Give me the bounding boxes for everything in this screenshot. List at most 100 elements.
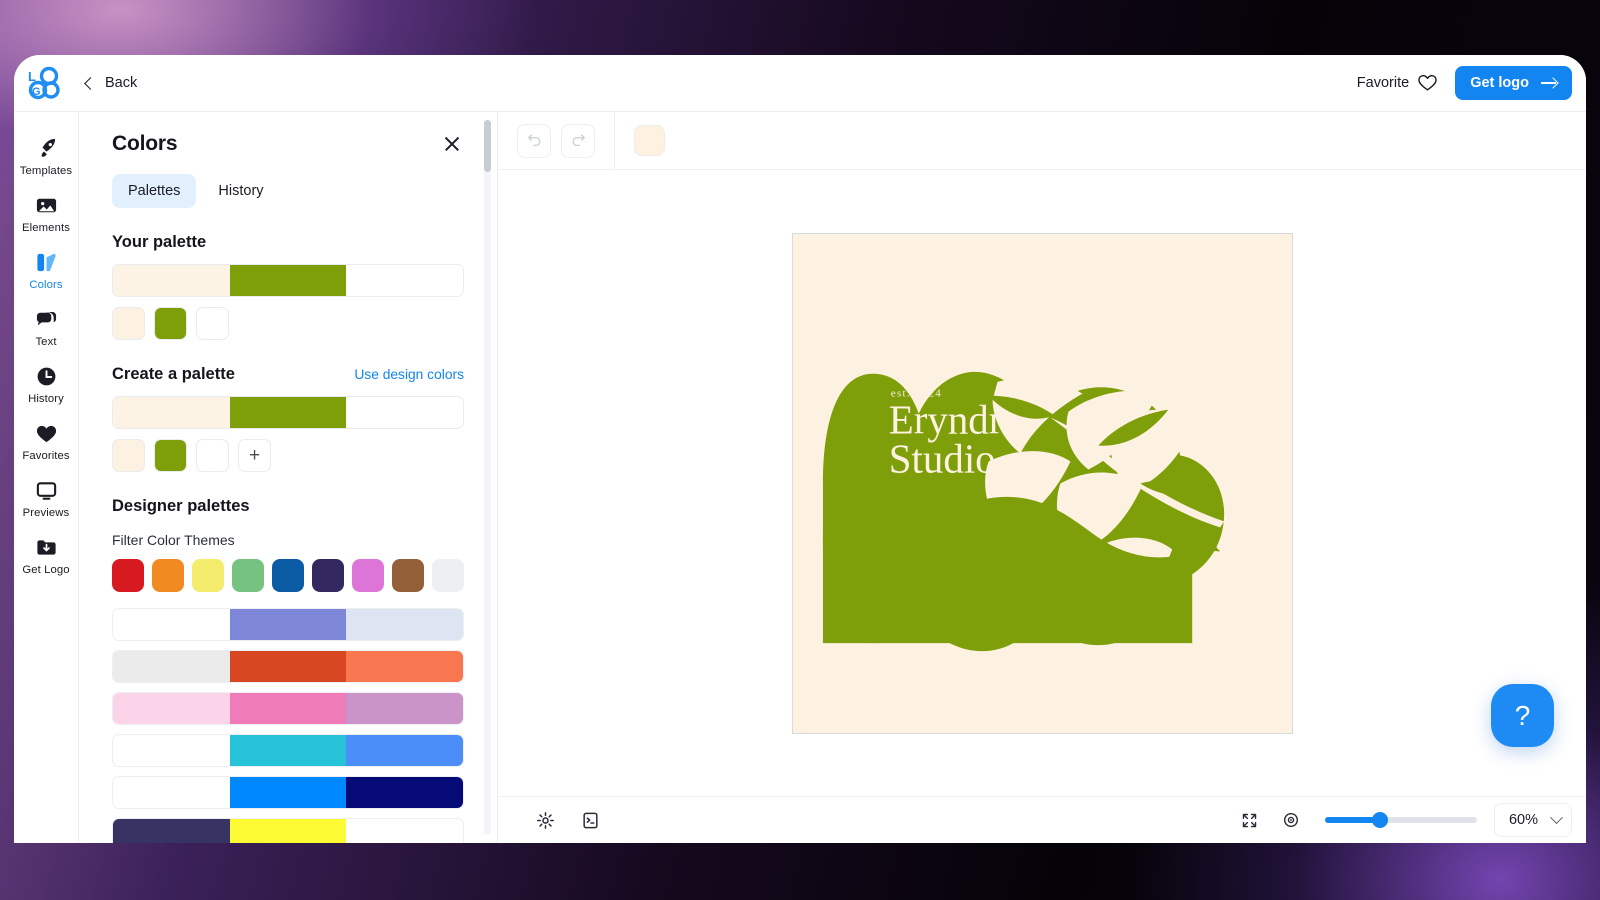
palette-segment xyxy=(113,651,230,682)
palette-segment xyxy=(229,397,347,428)
add-color-button[interactable]: + xyxy=(238,439,271,472)
your-palette-bar[interactable] xyxy=(112,264,464,297)
sidebar-item-label: Text xyxy=(35,336,57,348)
back-button[interactable]: Back xyxy=(84,75,138,91)
palette-segment xyxy=(229,735,347,766)
rocket-icon xyxy=(35,136,58,160)
palette-segment xyxy=(229,651,347,682)
preview-button[interactable] xyxy=(1273,803,1308,837)
palette-segment xyxy=(346,651,463,682)
color-chip[interactable] xyxy=(154,439,187,472)
color-chip[interactable] xyxy=(154,307,187,340)
use-design-colors-link[interactable]: Use design colors xyxy=(354,367,464,382)
gear-icon[interactable] xyxy=(536,811,555,830)
theme-swatch[interactable] xyxy=(432,559,464,592)
app-window: L G Back Favorite Get logo Templates Ele… xyxy=(14,55,1586,843)
palette-segment xyxy=(346,819,463,843)
palette-segment xyxy=(229,265,347,296)
sidebar-item-templates[interactable]: Templates xyxy=(14,126,78,183)
zoom-level-value: 60% xyxy=(1508,812,1538,828)
palette-segment xyxy=(346,777,463,808)
palette-segment xyxy=(113,265,230,296)
download-folder-icon xyxy=(35,535,58,559)
designer-palette-row[interactable] xyxy=(112,818,464,843)
designer-palette-row[interactable] xyxy=(112,608,464,641)
sidebar-item-colors[interactable]: Colors xyxy=(14,240,78,297)
redo-button[interactable] xyxy=(561,123,595,158)
background-color-swatch[interactable] xyxy=(634,125,665,156)
favorite-button[interactable]: Favorite xyxy=(1357,74,1437,92)
designer-palette-row[interactable] xyxy=(112,776,464,809)
editor-area: est. 2024 Eryndra Studio 60% ? xyxy=(498,112,1586,843)
palette-segment xyxy=(346,397,463,428)
sidebar-item-favorites[interactable]: Favorites xyxy=(14,411,78,468)
back-label: Back xyxy=(105,75,138,91)
sidebar-item-label: Templates xyxy=(19,165,73,177)
canvas-area: est. 2024 Eryndra Studio xyxy=(498,170,1586,796)
theme-swatch[interactable] xyxy=(392,559,424,592)
create-palette-heading: Create a palette xyxy=(112,365,235,383)
sidebar-item-get-logo[interactable]: Get Logo xyxy=(14,525,78,582)
tab-palettes[interactable]: Palettes xyxy=(112,174,197,208)
help-button[interactable]: ? xyxy=(1491,684,1554,747)
color-chip[interactable] xyxy=(196,307,229,340)
palette-segment xyxy=(229,777,347,808)
monitor-icon xyxy=(35,478,58,502)
create-palette-header: Create a palette Use design colors xyxy=(112,365,464,384)
designer-palette-row[interactable] xyxy=(112,734,464,767)
theme-swatch[interactable] xyxy=(152,559,184,592)
color-chip[interactable] xyxy=(112,307,145,340)
color-theme-filters xyxy=(112,559,464,592)
palette-segment xyxy=(229,819,347,843)
palette-icon xyxy=(35,250,58,274)
palette-segment xyxy=(113,819,230,843)
create-palette-chips: + xyxy=(112,439,464,472)
color-chip[interactable] xyxy=(112,439,145,472)
heart-outline-icon xyxy=(1418,74,1437,91)
theme-swatch[interactable] xyxy=(272,559,304,592)
eye-icon xyxy=(1283,812,1298,828)
theme-swatch[interactable] xyxy=(192,559,224,592)
designer-palette-row[interactable] xyxy=(112,692,464,725)
sidebar-item-label: Previews xyxy=(22,507,70,519)
undo-button[interactable] xyxy=(517,123,551,158)
designer-palette-row[interactable] xyxy=(112,650,464,683)
tab-history[interactable]: History xyxy=(202,174,279,208)
sidebar-item-previews[interactable]: Previews xyxy=(14,468,78,525)
editor-toolbar xyxy=(498,112,1586,170)
sidebar-item-text[interactable]: Text xyxy=(14,297,78,354)
panel-title: Colors xyxy=(112,132,178,155)
top-bar-actions: Favorite Get logo xyxy=(1357,66,1586,100)
palette-segment xyxy=(113,777,230,808)
app-logo[interactable]: L G xyxy=(24,63,64,103)
zoom-slider-knob[interactable] xyxy=(1371,812,1388,828)
chevron-down-icon xyxy=(1550,810,1563,824)
speech-bubble-icon xyxy=(35,307,58,331)
palette-segment xyxy=(346,265,463,296)
theme-swatch[interactable] xyxy=(352,559,384,592)
sidebar-item-history[interactable]: History xyxy=(14,354,78,411)
artboard[interactable]: est. 2024 Eryndra Studio xyxy=(791,232,1293,734)
get-logo-button[interactable]: Get logo xyxy=(1455,66,1572,100)
sidebar-item-elements[interactable]: Elements xyxy=(14,183,78,240)
zoom-level-select[interactable]: 60% xyxy=(1493,803,1572,837)
palette-segment xyxy=(346,693,463,724)
panel-scrollbar-track xyxy=(484,120,491,835)
terminal-icon[interactable] xyxy=(581,811,600,830)
create-palette-bar[interactable] xyxy=(112,396,464,429)
theme-swatch[interactable] xyxy=(312,559,344,592)
get-logo-label: Get logo xyxy=(1470,75,1529,91)
panel-scrollbar-thumb[interactable] xyxy=(484,120,491,172)
close-icon[interactable] xyxy=(440,132,464,156)
zoom-slider[interactable] xyxy=(1324,812,1477,828)
theme-swatch[interactable] xyxy=(232,559,264,592)
palette-segment xyxy=(113,609,230,640)
theme-swatch[interactable] xyxy=(112,559,144,592)
palette-segment xyxy=(113,693,230,724)
image-icon xyxy=(35,193,58,217)
fit-to-screen-button[interactable] xyxy=(1232,803,1267,837)
panel-header: Colors xyxy=(112,132,464,156)
color-chip[interactable] xyxy=(196,439,229,472)
top-bar: L G Back Favorite Get logo xyxy=(14,55,1586,112)
heart-icon xyxy=(35,421,58,445)
